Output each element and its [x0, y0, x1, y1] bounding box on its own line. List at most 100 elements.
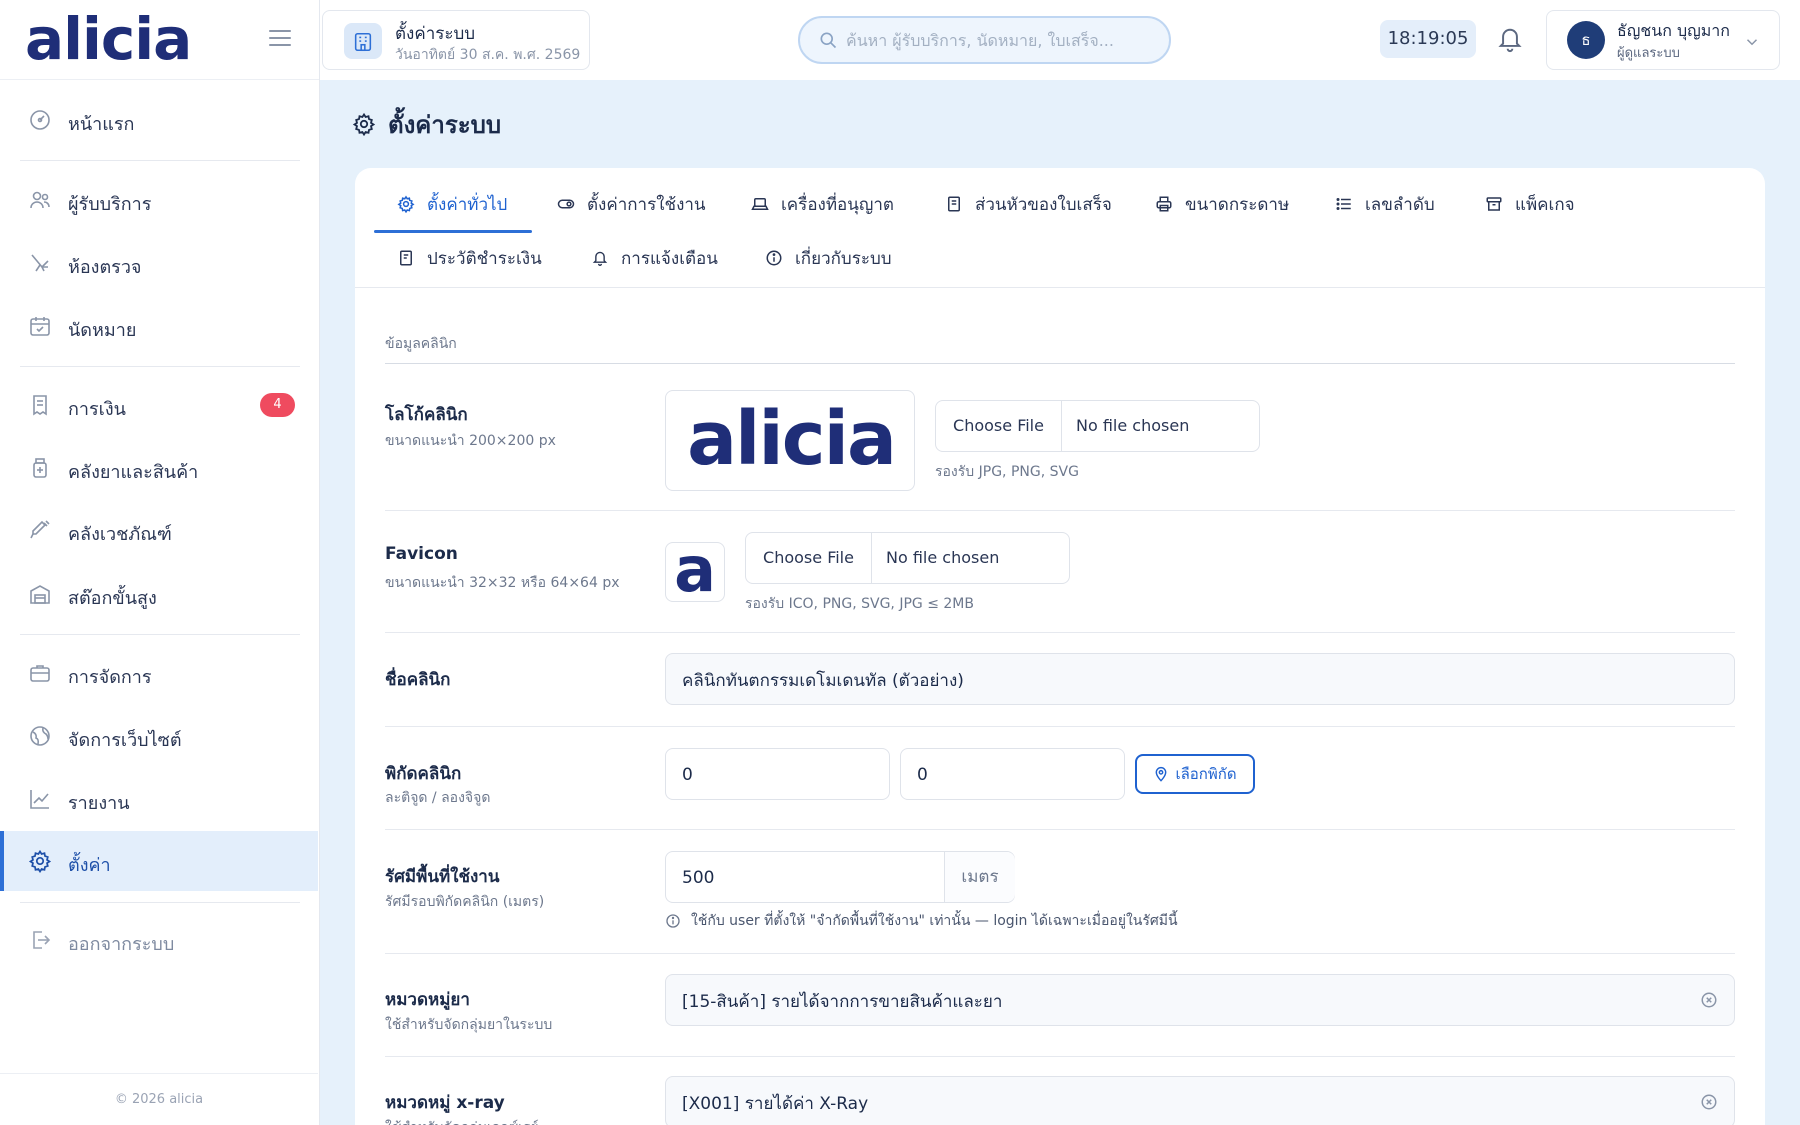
receipt-icon [28, 393, 52, 417]
clear-icon[interactable] [1700, 991, 1718, 1009]
tab-general[interactable]: ตั้งค่าทั่วไป [397, 182, 507, 226]
medicine-icon [28, 456, 52, 480]
settings-tabs: ตั้งค่าทั่วไป ตั้งค่าการใช้งาน เครื่องที… [355, 168, 1765, 288]
sidebar-item-home[interactable]: หน้าแรก [0, 90, 318, 150]
logo-file-input[interactable]: Choose File No file chosen [935, 400, 1260, 452]
radius-unit: เมตร [944, 852, 1015, 902]
printer-icon [1155, 195, 1173, 213]
sidebar-item-label: ผู้รับบริการ [68, 194, 152, 215]
latitude-input[interactable] [682, 761, 845, 789]
drug-category-hint: ใช้สำหรับจัดกลุ่มยาในระบบ [385, 1017, 553, 1033]
search-icon [818, 30, 838, 50]
package-icon [1485, 195, 1503, 213]
row-divider [385, 829, 1735, 830]
syringe-icon [28, 518, 52, 542]
avatar: ธ [1567, 21, 1605, 59]
sidebar-item-label: นัดหมาย [68, 320, 137, 341]
nav-divider [20, 160, 300, 161]
notification-bell-icon[interactable] [1496, 24, 1524, 54]
sidebar-item-label: คลังยาและสินค้า [68, 462, 199, 483]
file-status: No file chosen [1076, 416, 1190, 435]
latitude-field[interactable] [665, 748, 890, 800]
radius-note: ใช้กับ user ที่ตั้งให้ "จำกัดพื้นที่ใช้ง… [665, 910, 1178, 932]
menu-toggle-icon[interactable] [268, 28, 292, 48]
clinic-name-input[interactable] [682, 666, 1690, 694]
sidebar-item-label: ห้องตรวจ [68, 257, 142, 278]
warehouse-icon [28, 582, 52, 606]
sidebar-item-settings[interactable]: ตั้งค่า [0, 831, 318, 891]
choose-file-button[interactable]: Choose File [746, 533, 872, 583]
sidebar-item-reports[interactable]: รายงาน [0, 769, 318, 829]
favicon-label: Favicon [385, 544, 458, 564]
sidebar-item-advanced-stock[interactable]: สต๊อกขั้นสูง [0, 564, 318, 624]
drug-category-select[interactable] [665, 974, 1735, 1026]
tab-notifications[interactable]: การแจ้งเตือน [591, 236, 718, 280]
xray-category-select[interactable] [665, 1076, 1735, 1125]
tab-allowed-devices[interactable]: เครื่องที่อนุญาต [751, 182, 894, 226]
favicon-image: a [674, 543, 716, 601]
favicon-hint: ขนาดแนะนำ 32×32 หรือ 64×64 px [385, 575, 620, 591]
nav-divider [20, 634, 300, 635]
tab-label: เลขลำดับ [1365, 194, 1435, 215]
chevron-down-icon [1743, 33, 1761, 51]
tab-paper-size[interactable]: ขนาดกระดาษ [1155, 182, 1289, 226]
info-icon [765, 249, 783, 267]
sidebar-item-website[interactable]: จัดการเว็บไซต์ [0, 706, 318, 766]
document-icon [945, 195, 963, 213]
sidebar-item-finance[interactable]: การเงิน 4 [0, 375, 318, 435]
map-pin-icon [1153, 766, 1169, 782]
tab-label: ขนาดกระดาษ [1185, 194, 1290, 215]
radius-input[interactable] [682, 864, 912, 892]
brand-logo[interactable]: alicia [25, 4, 192, 74]
sidebar-item-label: คลังเวชภัณฑ์ [68, 524, 172, 545]
favicon-file-input[interactable]: Choose File No file chosen [745, 532, 1070, 584]
tab-usage-settings[interactable]: ตั้งค่าการใช้งาน [557, 182, 706, 226]
gear-icon [28, 849, 52, 873]
radius-hint: รัศมีรอบพิกัดคลินิก (เมตร) [385, 894, 545, 910]
sidebar-item-pharmacy[interactable]: คลังยาและสินค้า [0, 438, 318, 498]
sidebar-item-label: การจัดการ [68, 667, 152, 688]
section-heading: ข้อมูลคลินิก [385, 336, 457, 352]
pick-location-button[interactable]: เลือกพิกัด [1135, 754, 1255, 794]
sidebar-item-medical-supplies[interactable]: คลังเวชภัณฑ์ [0, 500, 318, 560]
tab-packages[interactable]: แพ็คเกจ [1485, 182, 1575, 226]
logout-icon [28, 928, 52, 952]
drug-category-input[interactable] [682, 987, 1690, 1015]
clear-icon[interactable] [1700, 1093, 1718, 1111]
choose-file-button[interactable]: Choose File [936, 401, 1062, 451]
sidebar-item-logout[interactable]: ออกจากระบบ [0, 910, 318, 970]
clinic-name-label: ชื่อคลินิก [385, 670, 451, 690]
favicon-preview: a [665, 542, 725, 602]
tab-payment-history[interactable]: ประวัติชำระเงิน [397, 236, 542, 280]
radius-field[interactable]: เมตร [665, 851, 1015, 903]
longitude-input[interactable] [917, 761, 1080, 789]
sidebar-item-label: ออกจากระบบ [68, 934, 175, 955]
sidebar-item-appointments[interactable]: นัดหมาย [0, 296, 318, 356]
sidebar-item-patients[interactable]: ผู้รับบริการ [0, 170, 318, 230]
briefcase-icon [28, 661, 52, 685]
clinic-name-field[interactable] [665, 653, 1735, 705]
user-menu[interactable]: ธ ธัญชนก บุญมาก ผู้ดูแลระบบ [1546, 10, 1780, 70]
longitude-field[interactable] [900, 748, 1125, 800]
tab-sequence-numbers[interactable]: เลขลำดับ [1335, 182, 1435, 226]
xray-category-input[interactable] [682, 1089, 1690, 1117]
current-date: วันอาทิตย์ 30 ส.ค. พ.ศ. 2569 [395, 47, 581, 63]
global-search[interactable] [798, 16, 1171, 64]
logo-format-note: รองรับ JPG, PNG, SVG [935, 464, 1079, 480]
clock-display: 18:19:05 [1380, 20, 1476, 58]
tab-about[interactable]: เกี่ยวกับระบบ [765, 236, 892, 280]
settings-card: ตั้งค่าทั่วไป ตั้งค่าการใช้งาน เครื่องที… [355, 168, 1765, 1125]
row-divider [385, 510, 1735, 511]
dental-chair-icon [28, 251, 52, 275]
logo-label: โลโก้คลินิก [385, 405, 468, 425]
sidebar-item-management[interactable]: การจัดการ [0, 643, 318, 703]
globe-icon [28, 724, 52, 748]
xray-category-hint: ใช้สำหรับจัดกลุ่มเอกซ์เรย์ [385, 1117, 539, 1125]
row-divider [385, 726, 1735, 727]
bell-icon [591, 249, 609, 267]
calendar-icon [28, 314, 52, 338]
tab-receipt-header[interactable]: ส่วนหัวของใบเสร็จ [945, 182, 1112, 226]
sidebar-item-exam-room[interactable]: ห้องตรวจ [0, 233, 318, 293]
search-input[interactable] [846, 28, 1146, 52]
coordinates-hint: ละติจูด / ลองจิจูด [385, 790, 491, 806]
